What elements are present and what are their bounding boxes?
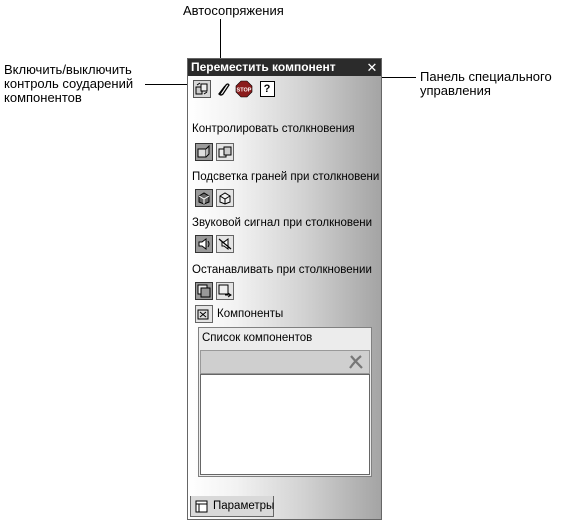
collision-icon: [195, 82, 208, 95]
stop-label: STOP: [237, 88, 252, 94]
callout-autosnap: Автосопряжения: [183, 3, 284, 18]
autosnap-button[interactable]: [214, 80, 232, 98]
close-button[interactable]: ✕: [366, 59, 378, 76]
move-component-panel: Переместить компонент ✕ STOP ? Контролир…: [187, 58, 382, 520]
component-list-title: Список компонентов: [202, 332, 313, 344]
collision-uncheck-icon: [218, 146, 232, 158]
callout-collision-line3: компонентов: [4, 90, 82, 105]
stop-on-collision-off-button[interactable]: [216, 282, 234, 300]
callout-collision-line1: Включить/выключить: [4, 62, 132, 77]
stop-collision-icon: [197, 284, 211, 298]
delete-icon[interactable]: [347, 353, 365, 371]
sound-signal-on-button[interactable]: [195, 235, 213, 253]
callout-special-line1: Панель специального: [420, 69, 552, 84]
components-button[interactable]: [195, 305, 213, 323]
tab-parameters[interactable]: Параметры: [190, 496, 274, 517]
cube-highlight-icon: [198, 192, 210, 205]
speaker-mute-icon: [218, 238, 232, 250]
section-stop-on-collision-label: Останавливать при столкновении: [192, 264, 372, 276]
help-icon: ?: [259, 81, 275, 97]
panel-title: Переместить компонент: [191, 60, 336, 74]
section-sound-signal-label: Звуковой сигнал при столкновени: [192, 217, 373, 229]
section-check-collisions-label: Контролировать столкновения: [192, 123, 355, 135]
section-highlight-faces-label: Подсветка граней при столкновени: [192, 171, 380, 183]
stop-icon: STOP: [235, 80, 253, 98]
highlight-faces-off-button[interactable]: [216, 189, 234, 207]
paperclip-icon: [218, 83, 230, 96]
move-through-icon: [218, 284, 232, 298]
collision-toggle-button[interactable]: [193, 80, 211, 98]
check-collisions-off-button[interactable]: [216, 143, 234, 161]
component-list-group: Список компонентов: [198, 327, 372, 477]
tab-parameters-label: Параметры: [213, 500, 275, 512]
callout-special-line2: управления: [420, 83, 491, 98]
stop-on-collision-on-button[interactable]: [195, 282, 213, 300]
highlight-faces-on-button[interactable]: [195, 189, 213, 207]
components-icon: [197, 309, 209, 320]
cube-icon: [219, 192, 231, 205]
sound-signal-off-button[interactable]: [216, 235, 234, 253]
check-collisions-on-button[interactable]: [195, 143, 213, 161]
stop-button[interactable]: STOP: [235, 80, 253, 98]
callout-collision-line: [145, 84, 193, 85]
panel-titlebar: Переместить компонент ✕: [188, 59, 381, 76]
component-list-toolbar: [200, 350, 370, 374]
speaker-icon: [198, 238, 210, 250]
collision-check-icon: [197, 145, 210, 158]
parameters-tab-icon: [195, 500, 208, 513]
help-button[interactable]: ?: [258, 80, 276, 98]
callout-collision-line2: контроль соударений: [4, 76, 134, 91]
component-list[interactable]: [200, 374, 370, 475]
components-label: Компоненты: [217, 308, 284, 320]
